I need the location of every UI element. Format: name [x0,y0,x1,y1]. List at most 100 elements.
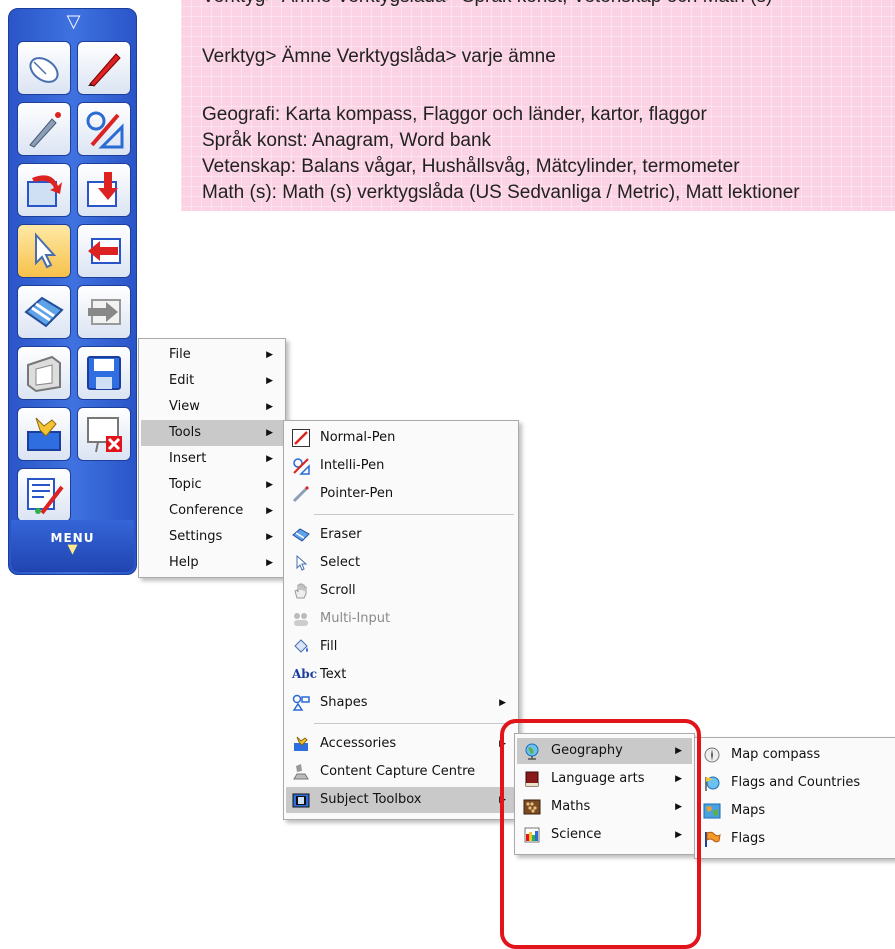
menu-item-label: Content Capture Centre [320,764,476,779]
menu-item-file[interactable]: File ▶ [141,342,283,368]
menu-item-fill[interactable]: Fill [286,634,516,660]
menu-item-label: File [169,347,191,362]
menu-item-maps[interactable]: Maps [697,798,893,824]
geography-submenu: Map compass Flags and Countries Maps Fla… [694,737,895,859]
close-board-button[interactable] [77,407,131,461]
hand-icon [294,583,307,599]
menu-item-conference[interactable]: Conference ▶ [141,498,283,524]
screen-capture-button[interactable] [17,346,71,400]
down-arrow-page-icon [87,172,118,207]
menu-item-label: Text [320,667,347,682]
collapse-toolbar-button[interactable]: ▽ [9,11,138,33]
submenu-arrow-icon: ▶ [266,428,273,438]
menu-item-accessories[interactable]: Accessories ▶ [286,731,516,757]
save-disk-icon [87,356,121,390]
submenu-arrow-icon: ▶ [266,402,273,412]
previous-page-button[interactable] [77,224,131,278]
accessories-icon [294,736,308,751]
eraser-button[interactable] [17,285,71,339]
flag-icon [705,831,721,847]
select-tool-button[interactable] [17,224,71,278]
toolbox-icon [292,793,310,808]
menu-item-edit[interactable]: Edit ▶ [141,368,283,394]
menu-item-label: Subject Toolbox [320,792,422,807]
menu-item-tools[interactable]: Tools ▶ [141,420,283,446]
close-board-icon [87,417,122,453]
menu-item-text[interactable]: Abc Text [286,662,516,688]
submenu-arrow-icon: ▶ [266,506,273,516]
save-button[interactable] [77,346,131,400]
mouse-icon [29,57,59,83]
menu-button[interactable]: MENU ▼ [11,520,134,572]
menu-item-label: Select [320,555,361,570]
red-pen-icon [88,53,121,87]
menu-item-label: Intelli-Pen [320,458,385,473]
normal-pen-button[interactable] [77,41,131,95]
menu-item-help[interactable]: Help ▶ [141,550,283,576]
menu-item-topic[interactable]: Topic ▶ [141,472,283,498]
submenu-arrow-icon: ▶ [266,350,273,360]
intelli-pen-button[interactable] [77,102,131,156]
menu-item-insert[interactable]: Insert ▶ [141,446,283,472]
multi-input-icon [294,613,308,626]
gray-arrow-icon [88,299,121,325]
pointer-pen-icon [292,486,309,503]
menu-item-label: View [169,399,200,414]
menu-item-label: Flags [731,831,766,846]
menu-item-scroll[interactable]: Scroll [286,578,516,604]
menu-item-label: Insert [169,451,207,466]
menu-item-label: Pointer-Pen [320,486,394,501]
menu-item-eraser[interactable]: Eraser [286,522,516,548]
highlight-outline [500,719,701,949]
next-page-button[interactable] [77,163,131,217]
menu-item-label: Multi-Input [320,611,391,626]
left-arrow-page-icon [88,238,121,264]
menu-item-label: Flags and Countries [731,775,861,790]
page-forward-button[interactable] [77,285,131,339]
tools-submenu: Normal-Pen Intelli-Pen Pointer-Pen Erase… [283,420,519,820]
instruction-note: Verktyg> Ämne Verktygslåda> Språk konst,… [181,0,895,211]
menu-item-label: Tools [169,425,202,440]
menu-item-select[interactable]: Select [286,550,516,576]
submenu-arrow-icon: ▶ [266,480,273,490]
menu-item-shapes[interactable]: Shapes ▶ [286,690,516,716]
menu-item-label: Accessories [320,736,397,751]
menu-separator [314,723,514,724]
main-menu: File ▶ Edit ▶ View ▶ Tools ▶ Insert ▶ Topic ▶ … [138,338,286,578]
import-button[interactable] [17,163,71,217]
menu-item-multi-input[interactable]: Multi-Input [286,606,516,632]
customize-toolbar-button[interactable] [17,468,71,522]
menu-item-flags[interactable]: Flags [697,826,893,852]
compass-icon [704,747,720,763]
eraser-icon [292,528,310,542]
menu-item-label: Normal-Pen [320,430,396,445]
toolbox-wrench-icon [27,417,61,451]
capture-icon [293,764,309,780]
accessories-button[interactable] [17,407,71,461]
menu-item-settings[interactable]: Settings ▶ [141,524,283,550]
menu-item-label: Edit [169,373,195,388]
capture-icon [27,355,61,393]
submenu-arrow-icon: ▶ [266,558,273,568]
note-line-2: Verktyg> Ämne Verktygslåda> varje ämne [202,46,556,67]
menu-item-flags-and-countries[interactable]: Flags and Countries [697,770,893,796]
menu-item-intelli-pen[interactable]: Intelli-Pen [286,453,516,479]
intelli-pen-icon [86,111,124,149]
import-page-icon [27,175,62,207]
note-line-1: Verktyg> Ämne Verktygslåda> Språk konst,… [202,0,772,8]
menu-item-label: Settings [169,529,223,544]
menu-item-label: Map compass [731,747,821,762]
pointer-pen-button[interactable] [17,102,71,156]
menu-item-normal-pen[interactable]: Normal-Pen [286,425,516,451]
menu-item-label: Shapes [320,695,368,710]
menu-item-pointer-pen[interactable]: Pointer-Pen [286,481,516,507]
menu-item-view[interactable]: View ▶ [141,394,283,420]
menu-item-label: Help [169,555,199,570]
menu-item-subject-toolbox[interactable]: Subject Toolbox ▶ [286,787,516,813]
mouse-mode-button[interactable] [17,41,71,95]
menu-item-content-capture-centre[interactable]: Content Capture Centre [286,759,516,785]
submenu-arrow-icon: ▶ [266,532,273,542]
note-line-5: Vetenskap: Balans vågar, Hushållsvåg, Mä… [202,156,740,177]
map-icon [703,803,721,819]
menu-item-map-compass[interactable]: Map compass [697,742,893,768]
